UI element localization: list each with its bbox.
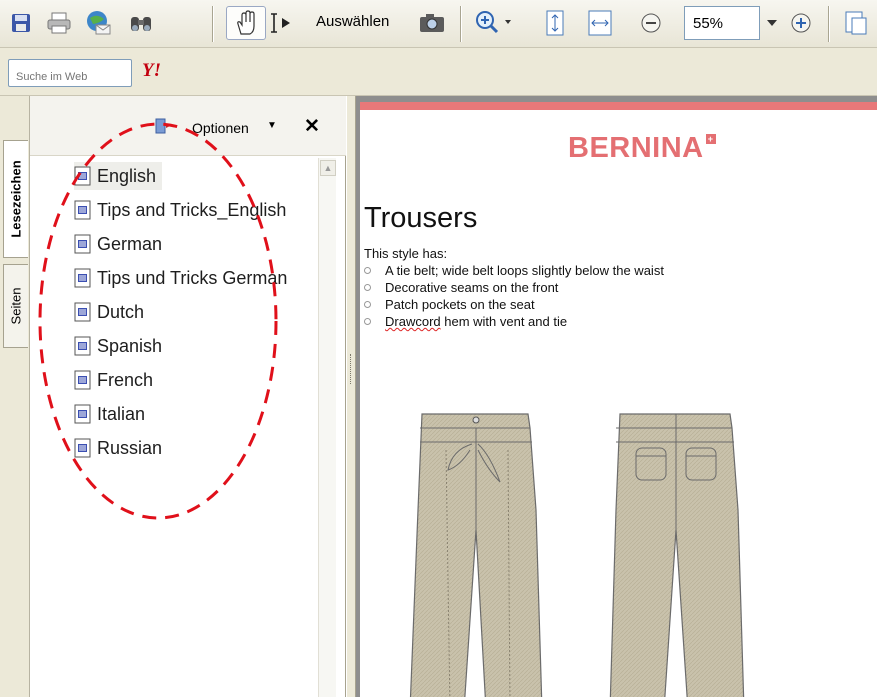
snapshot-icon[interactable] [414, 6, 450, 40]
fit-width-icon[interactable] [582, 6, 618, 40]
select-text-icon[interactable] [270, 6, 314, 40]
search-toolbar: Y! [0, 48, 877, 96]
export-icon[interactable] [840, 6, 872, 40]
print-icon[interactable] [42, 6, 76, 40]
annotation-oval [38, 122, 278, 520]
pdf-page: BERNINA + Trousers This style has: A tie … [360, 102, 877, 697]
tab-pages-label: Seiten [8, 287, 24, 325]
trousers-illustration [409, 413, 745, 697]
zoom-plus-icon[interactable] [786, 6, 816, 40]
tab-bookmarks[interactable]: Lesezeichen [3, 140, 28, 258]
fit-page-icon[interactable] [540, 6, 570, 40]
hand-tool-icon[interactable] [226, 6, 266, 40]
document-view: BERNINA + Trousers This style has: A tie … [356, 96, 877, 697]
zoom-in-icon[interactable] [470, 6, 520, 40]
bookmark-scrollbar[interactable]: ▲ [318, 158, 336, 697]
acrobat-window: Auswählen 55% Y! [0, 0, 877, 697]
save-icon[interactable] [6, 6, 36, 40]
zoom-dropdown-icon[interactable] [762, 6, 782, 40]
close-panel-button[interactable]: ✕ [304, 115, 320, 138]
scroll-up-icon[interactable]: ▲ [320, 160, 336, 176]
yahoo-logo[interactable]: Y! [142, 60, 161, 82]
tab-pages[interactable]: Seiten [3, 264, 28, 348]
main-toolbar: Auswählen 55% [0, 0, 877, 48]
panel-splitter[interactable] [346, 96, 356, 697]
navigation-tabs: Lesezeichen Seiten [0, 96, 30, 697]
tab-bookmarks-label: Lesezeichen [8, 160, 24, 238]
zoom-percent-input[interactable]: 55% [684, 6, 760, 40]
web-search-input[interactable] [8, 59, 132, 87]
email-icon[interactable] [80, 6, 116, 40]
search-binoculars-icon[interactable] [124, 6, 158, 40]
select-tool-label[interactable]: Auswählen [316, 13, 389, 30]
zoom-out-icon[interactable] [636, 6, 666, 40]
